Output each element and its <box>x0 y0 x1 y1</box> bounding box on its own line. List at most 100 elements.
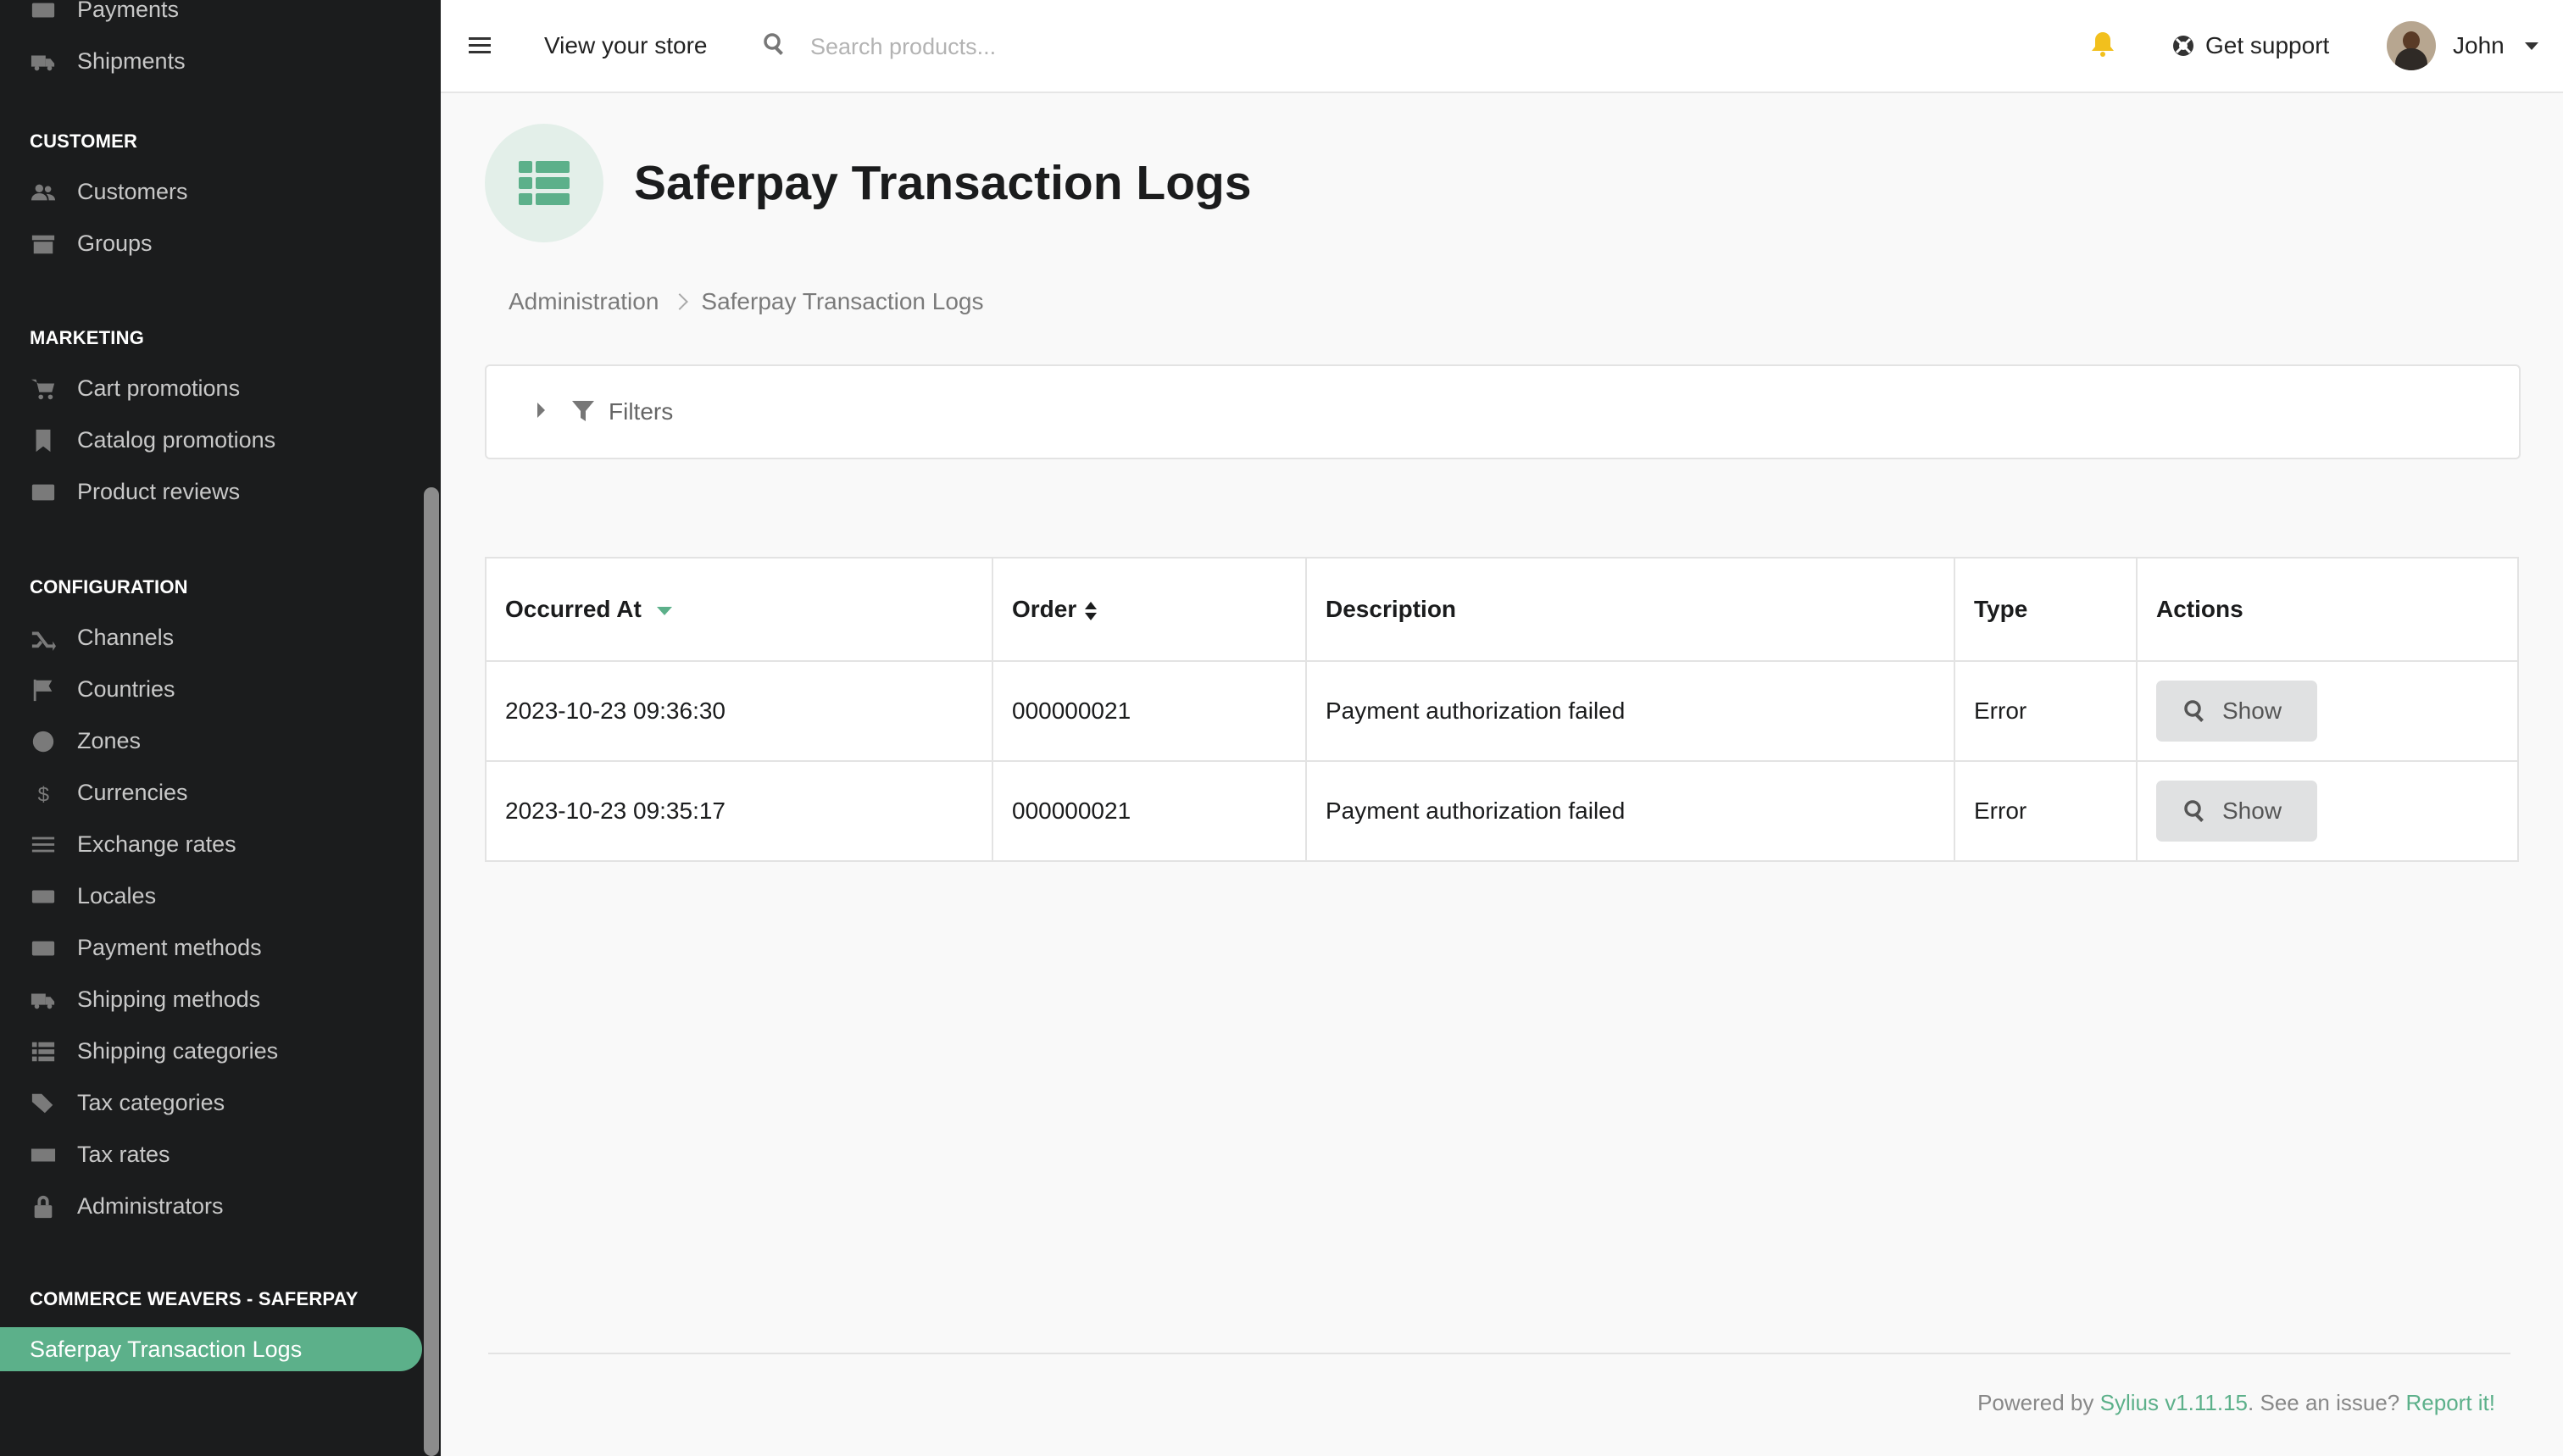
transaction-logs-table: Occurred At Order Description Type Actio… <box>485 557 2519 862</box>
view-store-link[interactable]: View your store <box>544 0 707 92</box>
random-icon <box>30 625 57 652</box>
menu-toggle-icon[interactable] <box>466 29 493 63</box>
cart-icon <box>30 375 57 403</box>
sidebar-item-catalog-promotions[interactable]: Catalog promotions <box>0 414 422 466</box>
column-header-description: Description <box>1305 557 1955 662</box>
filters-accordion[interactable]: Filters <box>485 364 2521 459</box>
sidebar-item-label: Countries <box>77 676 175 702</box>
sidebar-item-label: Cart promotions <box>77 375 241 401</box>
sidebar-item-label: Catalog promotions <box>77 427 276 453</box>
caret-right-icon[interactable] <box>537 403 545 418</box>
sidebar-item-exchange-rates[interactable]: Exchange rates <box>0 819 422 870</box>
sidebar-item-label: Administrators <box>77 1193 224 1219</box>
money-icon <box>30 1142 57 1169</box>
show-button[interactable]: Show <box>2156 781 2318 842</box>
get-support-label: Get support <box>2205 32 2330 58</box>
sidebar-item-cart-promotions[interactable]: Cart promotions <box>0 363 422 414</box>
search-input[interactable] <box>809 25 1320 68</box>
notifications-bell-icon[interactable] <box>2090 31 2119 59</box>
cell-actions: Show <box>2136 660 2519 762</box>
sidebar-item-currencies[interactable]: $ Currencies <box>0 767 422 819</box>
sidebar-item-label: Payment methods <box>77 935 262 960</box>
footer: Powered by Sylius v1.11.15. See an issue… <box>1977 1390 2495 1416</box>
sidebar-section-marketing: MARKETING Cart promotions Catalog promot… <box>0 325 422 518</box>
sidebar-item-label: Shipping categories <box>77 1038 279 1064</box>
cell-order: 000000021 <box>992 660 1307 762</box>
sidebar-item-administrators[interactable]: Administrators <box>0 1181 422 1232</box>
sidebar-section-title: COMMERCE WEAVERS - SAFERPAY <box>30 1288 359 1309</box>
sidebar-section-title: CUSTOMER <box>30 131 138 152</box>
sidebar-item-shipping-categories[interactable]: Shipping categories <box>0 1025 422 1077</box>
sidebar-item-tax-categories[interactable]: Tax categories <box>0 1077 422 1129</box>
life-ring-icon <box>2171 34 2205 58</box>
sidebar-item-label: Locales <box>77 883 157 909</box>
sidebar-item-product-reviews[interactable]: Product reviews <box>0 466 422 518</box>
lock-icon <box>30 1193 57 1220</box>
filters-label[interactable]: Filters <box>609 366 673 458</box>
filter-icon <box>571 399 595 423</box>
users-icon <box>30 179 57 206</box>
tags-icon <box>30 1090 57 1117</box>
bookmark-icon <box>30 427 57 454</box>
sidebar-item-label: Shipping methods <box>77 986 261 1012</box>
sidebar-item-payment-methods[interactable]: Payment methods <box>0 922 422 974</box>
shipping-icon <box>30 986 57 1014</box>
cell-occurred-at: 2023-10-23 09:36:30 <box>485 660 993 762</box>
search-icon <box>2184 800 2204 822</box>
sidebar: Payments Shipments CUSTOMER Customers Gr… <box>0 0 441 1456</box>
svg-text:$: $ <box>37 783 49 806</box>
chevron-right-icon <box>671 293 689 310</box>
column-header-actions: Actions <box>2136 557 2519 662</box>
report-issue-link[interactable]: Report it! <box>2406 1390 2496 1415</box>
sidebar-item-label: Shipments <box>77 48 186 74</box>
table-row: 2023-10-23 09:36:30 000000021 Payment au… <box>485 660 2519 762</box>
sidebar-item-shipping-methods[interactable]: Shipping methods <box>0 974 422 1025</box>
sidebar-item-saferpay-transaction-logs[interactable]: Saferpay Transaction Logs <box>0 1327 422 1371</box>
sidebar-item-customers[interactable]: Customers <box>0 166 422 218</box>
sidebar-item-tax-rates[interactable]: Tax rates <box>0 1129 422 1181</box>
sidebar-item-label: Product reviews <box>77 479 241 504</box>
sidebar-item-groups[interactable]: Groups <box>0 218 422 270</box>
sidebar-item-shipments[interactable]: Shipments <box>0 36 422 87</box>
sidebar-item-locales[interactable]: Locales <box>0 870 422 922</box>
sidebar-item-label: Tax categories <box>77 1090 225 1115</box>
sidebar-item-countries[interactable]: Countries <box>0 664 422 715</box>
user-menu[interactable]: John <box>2387 20 2538 71</box>
sort-desc-icon <box>656 606 672 615</box>
get-support-link[interactable]: Get support <box>2171 0 2329 92</box>
cell-description: Payment authorization failed <box>1305 760 1955 862</box>
sidebar-item-label: Currencies <box>77 780 188 805</box>
sidebar-item-zones[interactable]: Zones <box>0 715 422 767</box>
cell-occurred-at: 2023-10-23 09:35:17 <box>485 760 993 862</box>
breadcrumb-administration[interactable]: Administration <box>509 288 659 315</box>
show-button-label: Show <box>2222 697 2282 724</box>
column-header-order[interactable]: Order <box>992 557 1307 662</box>
cell-type: Error <box>1954 660 2138 762</box>
chevron-down-icon <box>2524 42 2538 50</box>
search-icon <box>763 32 790 59</box>
breadcrumb: Administration Saferpay Transaction Logs <box>509 285 984 319</box>
show-button-label: Show <box>2222 797 2282 824</box>
sidebar-item-payments[interactable]: Payments <box>0 0 422 36</box>
language-icon <box>30 883 57 910</box>
sylius-version-link[interactable]: Sylius v1.11.15 <box>2100 1390 2248 1415</box>
list-icon <box>30 1038 57 1065</box>
show-button[interactable]: Show <box>2156 681 2318 742</box>
sidebar-scrollbar-thumb[interactable] <box>424 487 439 1456</box>
breadcrumb-current: Saferpay Transaction Logs <box>701 288 984 314</box>
sidebar-section-title: CONFIGURATION <box>30 576 188 597</box>
sidebar-item-label: Groups <box>77 231 153 256</box>
payment-icon <box>30 0 57 24</box>
archive-icon <box>30 231 57 258</box>
column-header-occurred-at[interactable]: Occurred At <box>485 557 993 662</box>
sidebar-item-channels[interactable]: Channels <box>0 612 422 664</box>
page-title: Saferpay Transaction Logs <box>634 156 1252 210</box>
user-name: John <box>2453 32 2505 58</box>
sidebar-item-label: Exchange rates <box>77 831 236 857</box>
sidebar-section-title: MARKETING <box>30 327 145 348</box>
sidebar-item-label: Payments <box>77 0 180 22</box>
cell-order: 000000021 <box>992 760 1307 862</box>
footer-divider <box>488 1353 2510 1354</box>
sidebar-item-label: Zones <box>77 728 142 753</box>
dollar-icon: $ <box>30 780 57 807</box>
